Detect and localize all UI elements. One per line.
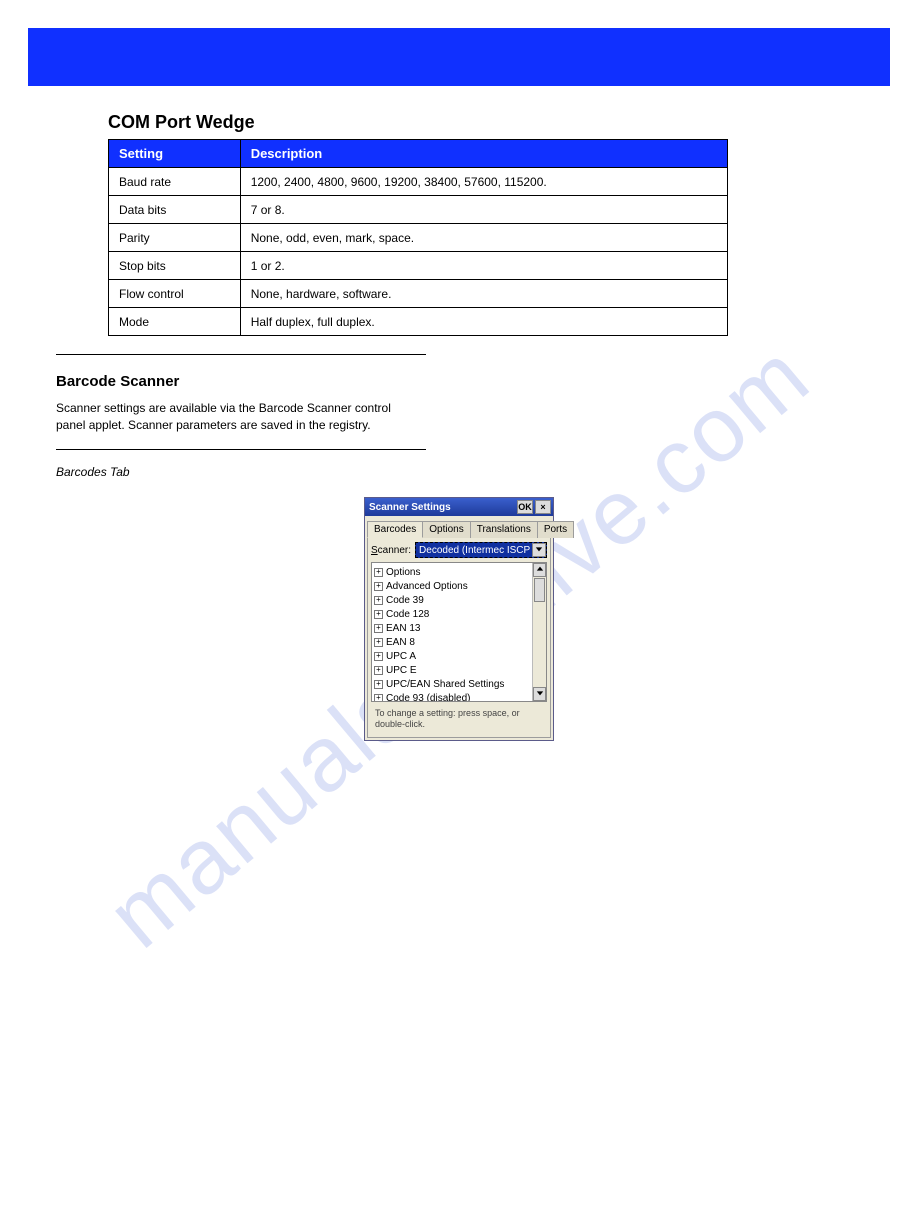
divider: [56, 449, 426, 450]
expand-icon[interactable]: +: [374, 610, 383, 619]
scroll-down-button[interactable]: [533, 687, 546, 701]
table-row: Flow control None, hardware, software.: [109, 280, 728, 308]
settings-col-description: Description: [240, 140, 727, 168]
page-header-bar: [28, 28, 890, 86]
tab-translations[interactable]: Translations: [470, 521, 538, 538]
ok-button[interactable]: OK: [517, 500, 533, 514]
barcode-intro: Scanner settings are available via the B…: [56, 400, 416, 435]
dialog-hint: To change a setting: press space, or dou…: [371, 702, 547, 731]
scroll-track[interactable]: [533, 603, 546, 687]
table-row: Baud rate 1200, 2400, 4800, 9600, 19200,…: [109, 168, 728, 196]
tree-node: +Advanced Options: [374, 579, 544, 593]
section-com-port-wedge: COM Port Wedge: [108, 112, 918, 133]
cell-setting: Data bits: [109, 196, 241, 224]
tree-node: +UPC E: [374, 663, 544, 677]
expand-icon[interactable]: +: [374, 652, 383, 661]
chevron-down-icon: [535, 545, 543, 556]
expand-icon[interactable]: +: [374, 596, 383, 605]
cell-setting: Mode: [109, 308, 241, 336]
tree-node: +EAN 8: [374, 635, 544, 649]
table-row: Stop bits 1 or 2.: [109, 252, 728, 280]
tab-ports[interactable]: Ports: [537, 521, 574, 538]
table-row: Data bits 7 or 8.: [109, 196, 728, 224]
cell-desc: None, hardware, software.: [240, 280, 727, 308]
settings-col-setting: Setting: [109, 140, 241, 168]
dialog-titlebar[interactable]: Scanner Settings OK ×: [365, 498, 553, 516]
tree-node: +EAN 13: [374, 621, 544, 635]
barcodes-tab-heading: Barcodes Tab: [56, 464, 416, 481]
chevron-down-icon: [536, 689, 544, 700]
scanner-settings-dialog: Scanner Settings OK × Barcodes Options T…: [364, 497, 554, 741]
close-icon: ×: [540, 502, 545, 512]
scanner-combo[interactable]: Decoded (Intermec ISCP: [415, 542, 547, 558]
scrollbar[interactable]: [532, 563, 546, 701]
tab-barcodes[interactable]: Barcodes: [367, 521, 423, 538]
close-button[interactable]: ×: [535, 500, 551, 514]
divider: [56, 354, 426, 355]
cell-setting: Parity: [109, 224, 241, 252]
tree-node: +UPC A: [374, 649, 544, 663]
dialog-tabs: Barcodes Options Translations Ports: [365, 516, 553, 537]
expand-icon[interactable]: +: [374, 680, 383, 689]
cell-setting: Stop bits: [109, 252, 241, 280]
tree-node: +Code 93 (disabled): [374, 691, 544, 702]
tree-node: +Code 128: [374, 607, 544, 621]
scroll-up-button[interactable]: [533, 563, 546, 577]
tree-node: +UPC/EAN Shared Settings: [374, 677, 544, 691]
barcode-tree[interactable]: +Options +Advanced Options +Code 39 +Cod…: [371, 562, 547, 702]
expand-icon[interactable]: +: [374, 624, 383, 633]
cell-desc: Half duplex, full duplex.: [240, 308, 727, 336]
cell-desc: 1200, 2400, 4800, 9600, 19200, 38400, 57…: [240, 168, 727, 196]
scanner-label: Scanner:: [371, 545, 411, 556]
combo-dropdown-button[interactable]: [532, 543, 546, 557]
cell-setting: Flow control: [109, 280, 241, 308]
tree-node: +Options: [374, 565, 544, 579]
settings-table: Setting Description Baud rate 1200, 2400…: [108, 139, 728, 336]
cell-desc: 1 or 2.: [240, 252, 727, 280]
table-row: Mode Half duplex, full duplex.: [109, 308, 728, 336]
cell-setting: Baud rate: [109, 168, 241, 196]
tree-node: +Code 39: [374, 593, 544, 607]
expand-icon[interactable]: +: [374, 638, 383, 647]
section-barcode-scanner: Barcode Scanner: [56, 373, 918, 390]
dialog-title: Scanner Settings: [369, 502, 451, 513]
expand-icon[interactable]: +: [374, 568, 383, 577]
tab-options[interactable]: Options: [422, 521, 470, 538]
cell-desc: None, odd, even, mark, space.: [240, 224, 727, 252]
table-row: Parity None, odd, even, mark, space.: [109, 224, 728, 252]
expand-icon[interactable]: +: [374, 582, 383, 591]
chevron-up-icon: [536, 565, 544, 576]
scanner-combo-value: Decoded (Intermec ISCP: [419, 545, 530, 556]
expand-icon[interactable]: +: [374, 694, 383, 703]
expand-icon[interactable]: +: [374, 666, 383, 675]
cell-desc: 7 or 8.: [240, 196, 727, 224]
scroll-thumb[interactable]: [534, 578, 545, 602]
